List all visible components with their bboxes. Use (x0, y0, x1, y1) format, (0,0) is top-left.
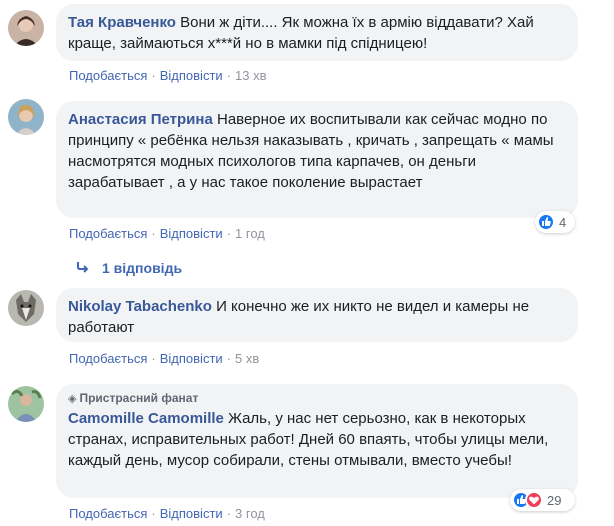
like-link[interactable]: Подобається (69, 351, 147, 366)
diamond-icon: ◈ (68, 393, 77, 405)
reply-link[interactable]: Відповісти (160, 506, 223, 521)
reply-link[interactable]: Відповісти (160, 351, 223, 366)
comment-timestamp[interactable]: 3 год (235, 506, 265, 521)
comment-author[interactable]: Тая Кравченко (68, 14, 176, 31)
comment-author[interactable]: Camomille Camomille (68, 410, 224, 427)
love-icon (525, 491, 543, 509)
avatar[interactable] (8, 99, 44, 135)
comment-timestamp[interactable]: 1 год (235, 226, 265, 241)
like-icon (537, 213, 555, 231)
comment-bubble: ◈ Пристрасний фанат Camomille Camomille Ж… (56, 384, 578, 498)
comment-bubble: Nikolay Tabachenko И конечно же их никто… (56, 288, 578, 342)
reply-link[interactable]: Відповісти (160, 68, 223, 83)
reaction-count: 4 (559, 214, 567, 230)
comment-author[interactable]: Анастасия Петрина (68, 111, 213, 128)
comment-timestamp[interactable]: 5 хв (235, 351, 259, 366)
avatar[interactable] (8, 290, 44, 326)
like-link[interactable]: Подобається (69, 68, 147, 83)
comment-bubble: Анастасия Петрина Наверное их воспитывал… (56, 101, 578, 218)
like-link[interactable]: Подобається (69, 506, 147, 521)
avatar[interactable] (8, 386, 44, 422)
comment-actions: Подобається · Відповісти · 13 хв (69, 68, 267, 83)
like-link[interactable]: Подобається (69, 226, 147, 241)
comment-author[interactable]: Nikolay Tabachenko (68, 298, 212, 315)
comment-actions: Подобається · Відповісти · 3 год (69, 506, 265, 521)
reaction-summary[interactable]: 29 (510, 489, 575, 511)
reaction-count: 29 (547, 492, 562, 508)
fan-badge: ◈ Пристрасний фанат (68, 390, 566, 407)
replies-count-label: 1 відповідь (102, 260, 183, 276)
reply-arrow-icon (76, 260, 90, 276)
comment-bubble: Тая Кравченко Вони ж діти.... Як можна ї… (56, 4, 578, 61)
fan-badge-label: Пристрасний фанат (79, 391, 199, 405)
view-replies-link[interactable]: 1 відповідь (76, 260, 182, 276)
avatar[interactable] (8, 10, 44, 46)
comment-actions: Подобається · Відповісти · 1 год (69, 226, 265, 241)
comment-actions: Подобається · Відповісти · 5 хв (69, 351, 260, 366)
comment-timestamp[interactable]: 13 хв (235, 68, 266, 83)
reaction-summary[interactable]: 4 (535, 211, 575, 233)
reply-link[interactable]: Відповісти (160, 226, 223, 241)
